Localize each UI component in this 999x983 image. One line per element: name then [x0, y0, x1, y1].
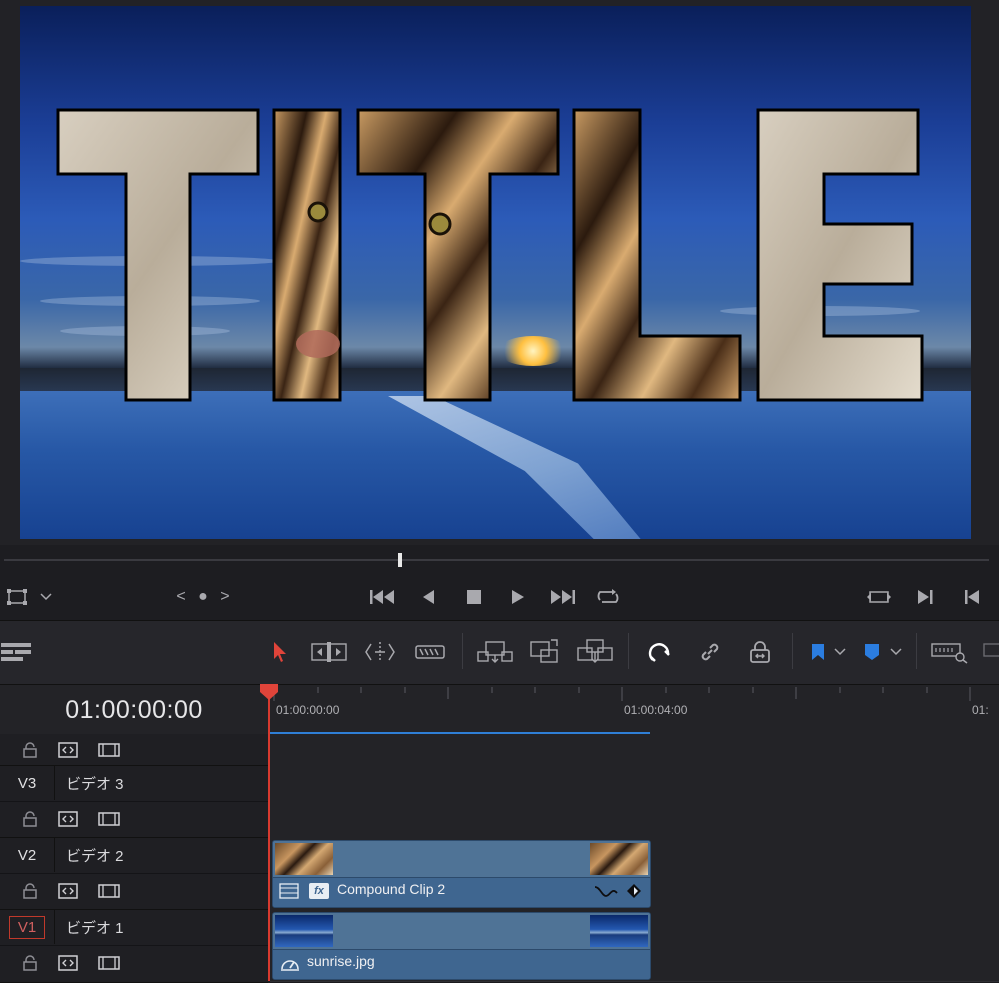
track-id[interactable]: V1 — [0, 910, 55, 944]
letter-i — [272, 108, 342, 402]
prev-edit-icon[interactable] — [958, 585, 986, 609]
track-header-v4 — [0, 734, 268, 766]
track-name[interactable]: ビデオ 2 — [66, 838, 124, 872]
timeline-playhead-line[interactable] — [268, 684, 270, 981]
toolbar-separator — [462, 633, 463, 669]
timeline-playhead-marker[interactable] — [259, 684, 279, 700]
track-destination-badge[interactable]: V1 — [8, 915, 46, 939]
clip-thumbnail — [275, 915, 333, 947]
track-enable-icon[interactable] — [98, 874, 120, 908]
lock-icon[interactable] — [22, 874, 38, 908]
track-id[interactable]: V3 — [0, 766, 55, 800]
snapping-icon[interactable] — [644, 637, 676, 667]
chevron-down-icon[interactable] — [886, 639, 906, 665]
toolbar-separator — [792, 633, 793, 669]
transform-icon[interactable] — [4, 585, 30, 609]
clip-thumbnail — [590, 915, 648, 947]
toolbar-separator — [916, 633, 917, 669]
track-controls — [0, 873, 268, 908]
edit-toolbar — [0, 620, 999, 685]
viewer-scrubber[interactable] — [0, 545, 999, 575]
trim-tool-icon[interactable] — [310, 637, 348, 667]
track-lane-v3[interactable] — [270, 765, 999, 838]
toolbar-separator — [628, 633, 629, 669]
fx-badge: fx — [309, 883, 329, 899]
letter-e — [756, 108, 924, 402]
play-icon[interactable] — [504, 585, 532, 609]
auto-select-icon[interactable] — [58, 946, 78, 980]
skip-end-icon[interactable] — [546, 585, 580, 609]
track-header-v2: V2 ビデオ 2 — [0, 837, 268, 911]
stop-icon[interactable] — [460, 585, 488, 609]
compound-clip-icon — [279, 883, 299, 904]
blade-tool-icon[interactable] — [412, 637, 448, 667]
auto-select-icon[interactable] — [58, 734, 78, 765]
dynamic-trim-icon[interactable] — [362, 637, 398, 667]
zoom-icon[interactable] — [930, 637, 970, 667]
transport-bar: < ● > — [0, 575, 999, 620]
chevron-down-icon[interactable] — [36, 587, 56, 607]
match-frame-icon[interactable] — [864, 585, 894, 609]
lock-icon[interactable] — [22, 734, 38, 765]
letter-t2 — [356, 108, 560, 402]
replace-clip-icon[interactable] — [576, 635, 614, 667]
auto-select-icon[interactable] — [58, 802, 78, 836]
track-id[interactable]: V2 — [0, 838, 55, 872]
reverse-play-icon[interactable] — [414, 585, 442, 609]
track-lane-v4[interactable] — [270, 734, 999, 766]
track-controls — [0, 801, 268, 836]
loop-icon[interactable] — [592, 585, 624, 609]
track-lane-v1[interactable]: sunrise.jpg — [270, 909, 999, 982]
speed-icon — [279, 955, 301, 978]
clip-thumbnail — [590, 843, 648, 875]
scrub-track[interactable] — [4, 559, 989, 561]
zoom-detail-icon[interactable] — [978, 637, 999, 667]
ruler-label: 01:00:04:00 — [624, 703, 688, 717]
timeline-tracks: V3 ビデオ 3 V2 ビデオ 2 fx Compound Clip 2 V1 … — [0, 734, 999, 983]
marker-icon[interactable] — [860, 637, 884, 667]
viewer-frame[interactable] — [20, 6, 971, 539]
track-header-v1: V1 ビデオ 1 — [0, 909, 268, 983]
linked-selection-icon[interactable] — [694, 637, 726, 667]
viewer-panel — [0, 0, 999, 545]
track-header-v3: V3 ビデオ 3 — [0, 765, 268, 839]
flag-icon[interactable] — [806, 637, 830, 667]
auto-select-icon[interactable] — [58, 874, 78, 908]
keyframe-icon[interactable] — [626, 883, 642, 904]
timecode-display[interactable]: 01:00:00:00 — [0, 685, 268, 735]
select-tool-icon[interactable] — [266, 637, 294, 667]
track-name[interactable]: ビデオ 3 — [66, 766, 124, 800]
lock-icon[interactable] — [22, 802, 38, 836]
title-text-overlay — [56, 108, 924, 402]
ruler-label: 01:00:00:00 — [276, 703, 340, 717]
track-name[interactable]: ビデオ 1 — [66, 910, 124, 944]
track-controls — [0, 945, 268, 980]
compound-clip[interactable]: fx Compound Clip 2 — [272, 840, 651, 908]
keyframe-nav[interactable]: < ● > — [170, 585, 240, 609]
position-lock-icon[interactable] — [744, 637, 776, 667]
lock-icon[interactable] — [22, 946, 38, 980]
insert-clip-icon[interactable] — [476, 637, 514, 667]
timeline-ruler[interactable]: 01:00:00:00 01:00:04:00 01: — [270, 685, 999, 735]
sunrise-clip[interactable]: sunrise.jpg — [272, 912, 651, 980]
track-enable-icon[interactable] — [98, 802, 120, 836]
track-lane-v2[interactable]: fx Compound Clip 2 — [270, 837, 999, 910]
track-enable-icon[interactable] — [98, 946, 120, 980]
clip-thumbnail — [275, 843, 333, 875]
curve-editor-icon[interactable] — [594, 883, 618, 904]
clip-name: sunrise.jpg — [307, 953, 375, 969]
overwrite-clip-icon[interactable] — [528, 635, 562, 667]
letter-l — [572, 108, 742, 402]
scrub-playhead[interactable] — [398, 553, 402, 567]
track-enable-icon[interactable] — [98, 734, 120, 765]
letter-t1 — [56, 108, 260, 402]
timeline-header: 01:00:00:00 01:00:00:00 01:00:04:00 01: — [0, 684, 999, 735]
ruler-label: 01: — [972, 703, 989, 717]
timeline-view-icon[interactable] — [0, 637, 34, 667]
clip-name: Compound Clip 2 — [337, 881, 446, 897]
next-edit-icon[interactable] — [912, 585, 940, 609]
chevron-down-icon[interactable] — [830, 639, 850, 665]
skip-start-icon[interactable] — [366, 585, 398, 609]
